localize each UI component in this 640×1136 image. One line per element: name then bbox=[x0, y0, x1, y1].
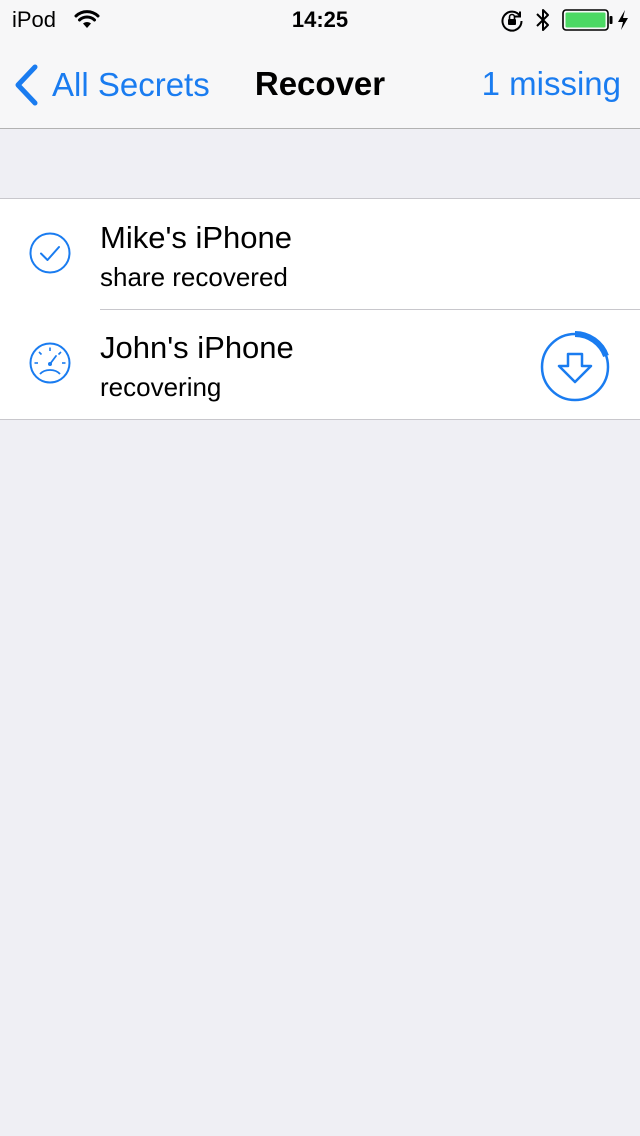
back-button-label: All Secrets bbox=[52, 66, 210, 103]
device-status: share recovered bbox=[100, 262, 288, 292]
bluetooth-icon bbox=[536, 9, 549, 31]
list-item[interactable]: John's iPhone recovering bbox=[0, 309, 640, 419]
checkmark-circle-icon bbox=[29, 232, 71, 274]
back-button[interactable]: All Secrets bbox=[12, 62, 210, 108]
missing-count-button[interactable]: 1 missing bbox=[482, 64, 621, 104]
download-progress-icon[interactable] bbox=[538, 330, 612, 404]
device-name: John's iPhone bbox=[100, 330, 294, 365]
battery-icon bbox=[562, 9, 613, 31]
device-name: Mike's iPhone bbox=[100, 220, 293, 255]
speedometer-icon bbox=[29, 342, 71, 384]
device-status: recovering bbox=[100, 372, 222, 402]
rotation-lock-icon bbox=[501, 10, 523, 32]
charging-icon bbox=[618, 10, 628, 30]
list-item[interactable]: Mike's iPhone share recovered bbox=[0, 199, 640, 309]
device-list: Mike's iPhone share recovered John's iPh… bbox=[0, 198, 640, 420]
chevron-left-icon bbox=[15, 64, 38, 106]
status-bar: iPod 14:25 bbox=[0, 0, 640, 40]
navigation-bar: All Secrets Recover 1 missing bbox=[0, 40, 640, 129]
